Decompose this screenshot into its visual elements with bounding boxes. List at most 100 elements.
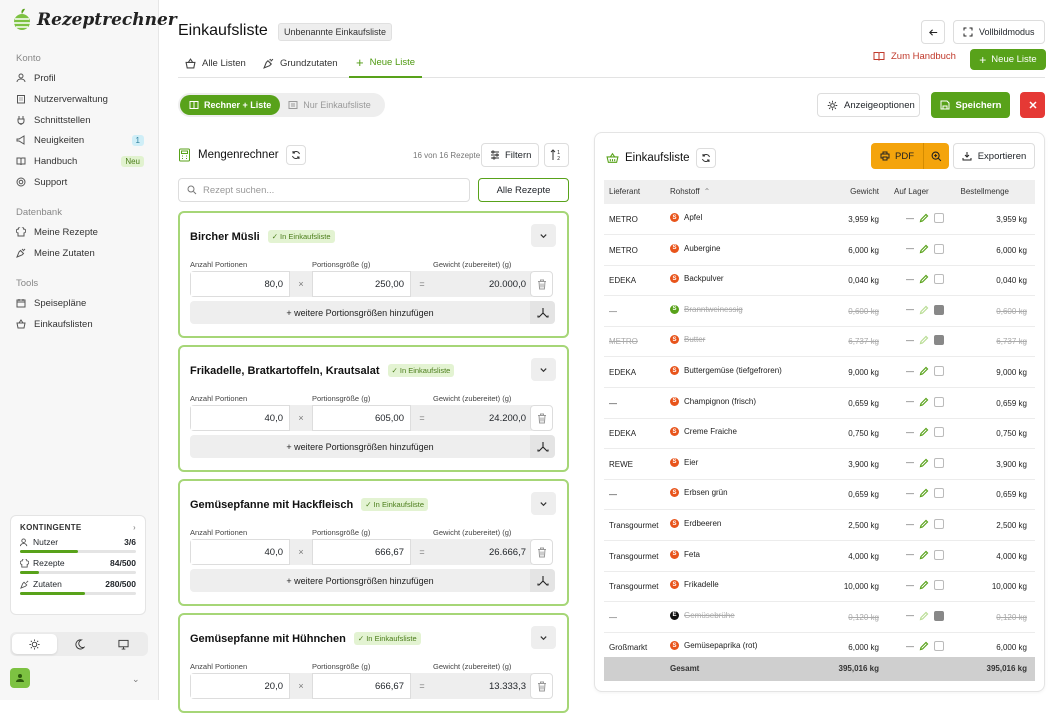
back-button[interactable] [921,20,945,44]
weight-output[interactable]: 13.333,3 [433,673,532,699]
pencil-icon[interactable] [919,335,929,345]
table-row[interactable]: Transgourmet S Frikadelle 10,000 kg — 10,… [604,571,1035,603]
pencil-icon[interactable] [919,550,929,560]
in-stock-checkbox[interactable] [934,488,944,499]
theme-light-button[interactable] [12,634,57,654]
weight-output[interactable]: 24.200,0 [433,405,532,431]
pencil-icon[interactable] [919,519,929,529]
logo[interactable]: Rezeptrechner [12,8,177,32]
all-recipes-button[interactable]: Alle Rezepte [478,178,569,202]
quota-card[interactable]: KONTINGENTE › Nutzer 3/6 Rezepte 84/500 Zut… [10,515,146,615]
delete-portion-button[interactable] [530,539,553,565]
expand-recipe-button[interactable] [531,626,556,649]
pencil-icon[interactable] [919,274,929,284]
tab-neue-liste[interactable]: + Neue Liste [349,48,423,78]
avatar[interactable] [10,668,30,688]
table-row[interactable]: METRO S Apfel 3,959 kg — 3,959 kg [604,204,1035,235]
sidebar-item-neuigkeiten[interactable]: Neuigkeiten 1 [16,131,144,149]
table-row[interactable]: Transgourmet S Erdbeeren 2,500 kg — 2,500… [604,510,1035,541]
table-row[interactable]: — S Branntweinessig 0,600 kg — 0,600 kg [604,296,1035,327]
pencil-icon[interactable] [919,427,929,437]
pencil-icon[interactable] [919,366,929,376]
portion-size-input[interactable]: 250,00 [312,271,411,297]
in-stock-checkbox[interactable] [934,519,944,529]
add-portion-size-button[interactable]: + weitere Portionsgrößen hinzufügen [190,435,530,458]
in-stock-checkbox[interactable] [934,610,944,621]
recipe-search-input[interactable]: Rezept suchen... [178,178,470,202]
in-stock-checkbox[interactable] [934,549,944,560]
pencil-icon[interactable] [919,213,929,223]
sidebar-item-einkaufslisten[interactable]: Einkaufslisten [16,315,144,333]
col-auf-lager[interactable]: Auf Lager [894,187,929,196]
tab-alle-listen[interactable]: Alle Listen [185,48,246,78]
expand-recipe-button[interactable] [531,358,556,381]
table-row[interactable]: Transgourmet S Feta 4,000 kg — 4,000 kg [604,541,1035,572]
pencil-icon[interactable] [919,458,929,468]
list-name-badge[interactable]: Unbenannte Einkaufsliste [278,23,393,41]
pencil-icon[interactable] [919,641,929,651]
table-row[interactable]: — S Erbsen grün 0,659 kg — 0,659 kg [604,479,1035,511]
refresh-button[interactable] [695,148,716,168]
theme-system-button[interactable] [101,634,146,654]
portion-size-input[interactable]: 666,67 [312,673,411,699]
table-row[interactable]: EDEKA S Buttergemüse (tiefgefroren) 9,000… [604,357,1035,388]
portions-input[interactable]: 80,0 [190,271,290,297]
portions-input[interactable]: 20,0 [190,673,290,699]
delete-portion-button[interactable] [530,271,553,297]
expand-recipe-button[interactable] [531,492,556,515]
table-row[interactable]: REWE S Eier 3,900 kg — 3,900 kg [604,449,1035,480]
pencil-icon[interactable] [919,611,929,621]
sidebar-item-profil[interactable]: Profil [16,69,144,87]
in-stock-checkbox[interactable] [934,304,944,315]
table-row[interactable]: — E Gemüsebrühe 0,120 kg — 0,120 kg [604,602,1035,633]
close-button[interactable] [1020,92,1045,118]
merge-button[interactable] [530,435,555,458]
fullscreen-button[interactable]: Vollbildmodus [953,20,1045,44]
filter-button[interactable]: Filtern [481,143,539,167]
pencil-icon[interactable] [919,580,929,590]
new-list-button[interactable]: + Neue Liste [970,49,1046,70]
table-row[interactable]: METRO S Aubergine 6,000 kg — 6,000 kg [604,235,1035,266]
expand-recipe-button[interactable] [531,224,556,247]
portion-size-input[interactable]: 666,67 [312,539,411,565]
in-stock-checkbox[interactable] [934,335,944,346]
sort-button[interactable]: 12 [544,143,569,167]
sidebar-item-schnittstellen[interactable]: Schnittstellen [16,111,144,129]
pencil-icon[interactable] [919,397,929,407]
sidebar-item-support[interactable]: Support [16,173,144,191]
table-row[interactable]: EDEKA S Creme Fraiche 0,750 kg — 0,750 kg [604,418,1035,450]
weight-output[interactable]: 26.666,7 [433,539,532,565]
export-button[interactable]: Exportieren [953,143,1035,169]
refresh-button[interactable] [285,145,306,165]
pencil-icon[interactable] [919,305,929,315]
merge-button[interactable] [530,569,555,592]
view-calc-list-option[interactable]: Rechner + Liste [180,95,281,115]
col-rohstoff[interactable]: Rohstoff ⌃ [670,187,710,196]
table-row[interactable]: EDEKA S Backpulver 0,040 kg — 0,040 kg [604,265,1035,297]
sidebar-item-speiseplaene[interactable]: Speisepläne [16,294,144,312]
delete-portion-button[interactable] [530,405,553,431]
portions-input[interactable]: 40,0 [190,539,290,565]
table-row[interactable]: — S Champignon (frisch) 0,659 kg — 0,659 … [604,388,1035,419]
portion-size-input[interactable]: 605,00 [312,405,411,431]
display-options-button[interactable]: Anzeigeoptionen [817,93,920,117]
pencil-icon[interactable] [919,488,929,498]
view-list-only-option[interactable]: Nur Einkaufsliste [280,95,379,115]
in-stock-checkbox[interactable] [934,580,944,591]
add-portion-size-button[interactable]: + weitere Portionsgrößen hinzufügen [190,301,530,324]
save-button[interactable]: Speichern [931,92,1010,118]
pdf-preview-button[interactable] [923,143,949,169]
pencil-icon[interactable] [919,244,929,254]
add-portion-size-button[interactable]: + weitere Portionsgrößen hinzufügen [190,569,530,592]
sidebar-item-meine-zutaten[interactable]: Meine Zutaten [16,244,144,262]
col-gewicht[interactable]: Gewicht [850,187,879,196]
in-stock-checkbox[interactable] [934,427,944,438]
in-stock-checkbox[interactable] [934,396,944,407]
sidebar-item-handbuch[interactable]: Handbuch Neu [16,152,144,170]
in-stock-checkbox[interactable] [934,274,944,285]
in-stock-checkbox[interactable] [934,213,944,223]
col-bestellmenge[interactable]: Bestellmenge [961,187,1009,196]
in-stock-checkbox[interactable] [934,641,944,652]
in-stock-checkbox[interactable] [934,243,944,254]
theme-dark-button[interactable] [57,634,102,654]
